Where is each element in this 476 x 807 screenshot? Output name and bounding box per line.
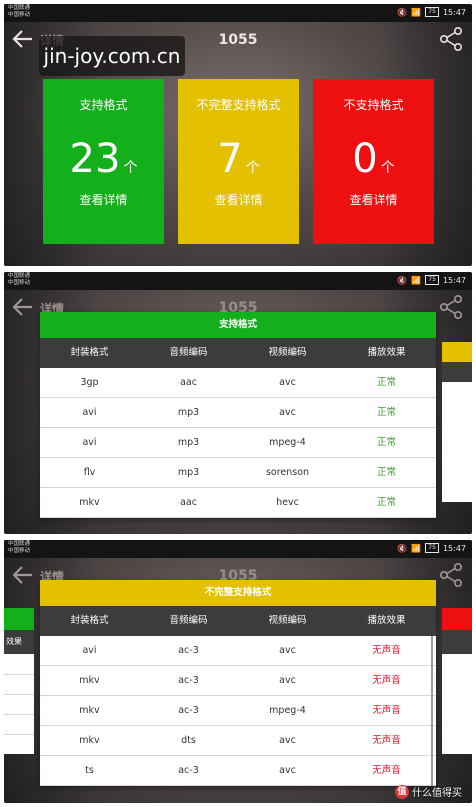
wifi-icon: 📶 [411,7,422,17]
column-header-video: 视频编码 [268,347,307,358]
table-row[interactable]: ts ac-3 avc 无声音 [40,756,436,786]
credit-label: 值 什么值得买 [395,784,462,799]
clock: 15:47 [442,275,466,285]
mute-icon: 🔇 [397,7,408,17]
playback-status: 无声音 [372,675,401,686]
prev-panel-body-peek [4,654,34,754]
table-header: 封装格式 音频编码 视频编码 播放效果 [40,338,436,368]
next-panel-body-peek [442,382,472,502]
playback-status: 正常 [376,377,396,388]
table-row[interactable]: 3gp aac avc 正常 [40,368,436,398]
playback-status: 正常 [376,497,396,508]
table-header: 封装格式 音频编码 视频编码 播放效果 [40,606,436,636]
system-icons: 🔇 📶 75 15:47 [397,7,466,17]
playback-status: 正常 [376,467,396,478]
status-bar: 中国联通 中国移动 🔇 📶 75 15:47 [4,540,472,558]
carrier-label: 中国联通 中国移动 [8,541,31,554]
screen-summary: 中国联通 中国移动 🔇 📶 75 15:47 详情 1055 jin-joy.c… [4,4,472,266]
playback-status: 无声音 [372,765,401,776]
supported-formats-card[interactable]: 支持格式 23 个 查看详情 [43,79,164,244]
table-row[interactable]: avi mp3 mpeg-4 正常 [40,428,436,458]
next-panel-header-peek [442,362,472,382]
scrollbar[interactable] [431,636,433,786]
system-icons: 🔇 📶 75 15:47 [397,543,466,553]
playback-status: 无声音 [372,705,401,716]
mute-icon: 🔇 [397,275,408,285]
card-count: 23 [69,136,121,182]
column-header-audio: 音频编码 [169,347,208,358]
view-details-link[interactable]: 查看详情 [43,191,164,208]
system-icons: 🔇 📶 75 15:47 [397,275,466,285]
prev-panel-peek[interactable] [4,608,34,630]
playback-status: 无声音 [372,645,401,656]
mute-icon: 🔇 [397,543,408,553]
panel-title: 不完整支持格式 [40,580,436,606]
partial-formats-panel: 不完整支持格式 封装格式 音频编码 视频编码 播放效果 avi ac-3 avc… [40,580,436,786]
column-header-container: 封装格式 [70,615,109,626]
carrier-label: 中国联通 中国移动 [8,5,31,18]
screen-partial-list: 中国联通 中国移动 🔇 📶 75 15:47 详情 1055 效果 不完整支持格… [4,540,472,803]
next-panel-header-peek [442,630,472,654]
table-row[interactable]: avi mp3 avc 正常 [40,398,436,428]
view-details-link[interactable]: 查看详情 [178,191,299,208]
carrier-label: 中国联通 中国移动 [8,273,31,286]
status-bar: 中国联通 中国移动 🔇 📶 75 15:47 [4,4,472,22]
status-bar: 中国联通 中国移动 🔇 📶 75 15:47 [4,272,472,290]
card-count: 7 [217,136,243,182]
clock: 15:47 [442,7,466,17]
unsupported-formats-card[interactable]: 不支持格式 0个 查看详情 [313,79,434,244]
table-row[interactable]: flv mp3 sorenson 正常 [40,458,436,488]
next-panel-peek[interactable] [442,342,472,362]
share-icon[interactable] [438,26,464,52]
panel-title: 支持格式 [40,312,436,338]
card-count: 0 [352,136,378,182]
smzdm-logo-icon: 值 [395,784,409,799]
supported-formats-panel: 支持格式 封装格式 音频编码 视频编码 播放效果 3gp aac avc 正常 … [40,312,436,518]
column-header-container: 封装格式 [70,347,109,358]
table-row[interactable]: mkv ac-3 mpeg-4 无声音 [40,696,436,726]
clock: 15:47 [442,543,466,553]
share-icon[interactable] [438,562,464,588]
playback-status: 正常 [376,437,396,448]
column-header-audio: 音频编码 [169,615,208,626]
column-header-video: 视频编码 [268,615,307,626]
next-panel-peek[interactable] [442,608,472,630]
playback-status: 正常 [376,407,396,418]
table-row[interactable]: avi ac-3 avc 无声音 [40,636,436,666]
battery-icon: 75 [425,7,439,17]
table-row[interactable]: mkv aac hevc 正常 [40,488,436,518]
view-details-link[interactable]: 查看详情 [313,191,434,208]
battery-icon: 75 [425,543,439,553]
table-row[interactable]: mkv ac-3 avc 无声音 [40,666,436,696]
table-row[interactable]: mkv dts avc 无声音 [40,726,436,756]
column-header-playback: 播放效果 [367,347,406,358]
wifi-icon: 📶 [411,543,422,553]
share-icon[interactable] [438,294,464,320]
wifi-icon: 📶 [411,275,422,285]
partial-formats-card[interactable]: 不完整支持格式 7个 查看详情 [178,79,299,244]
column-header-playback: 播放效果 [367,615,406,626]
prev-panel-header-text: 效果 [6,637,22,646]
playback-status: 无声音 [372,735,401,746]
battery-icon: 75 [425,275,439,285]
next-panel-body-peek [442,654,472,754]
screen-supported-list: 中国联通 中国移动 🔇 📶 75 15:47 详情 1055 支持格式 封装格式… [4,272,472,534]
watermark: jin-joy.com.cn [39,36,185,76]
